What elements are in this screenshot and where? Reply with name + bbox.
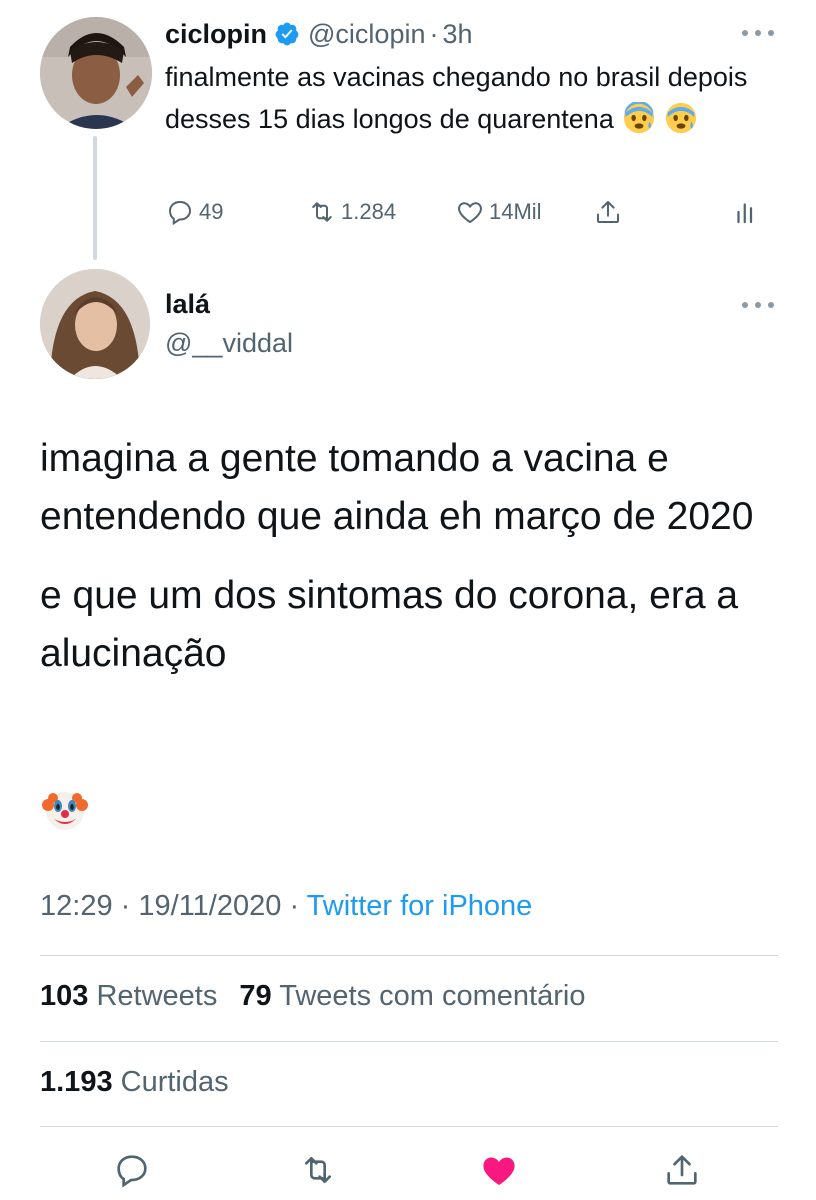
retweet-count: 103: [40, 980, 89, 1012]
parent-tweet-header: ciclopin @ciclopin · 3h: [165, 16, 473, 52]
divider: [40, 955, 778, 956]
reply-button[interactable]: [110, 1148, 154, 1192]
quote-label: Tweets com comentário: [279, 980, 586, 1012]
parent-like-button[interactable]: 14Mil: [455, 192, 542, 232]
retweet-button[interactable]: [296, 1148, 340, 1192]
retweet-label: Retweets: [96, 980, 218, 1012]
share-icon: [597, 201, 619, 223]
reply-icon: [117, 1155, 147, 1188]
thread-line: [93, 136, 97, 260]
parent-more-options-icon[interactable]: [742, 28, 774, 38]
avatar-ciclopin[interactable]: [40, 17, 152, 129]
parent-tweet-body: finalmente as vacinas chegando no brasil…: [165, 62, 748, 134]
analytics-icon: [737, 203, 753, 224]
clown-face-emoji-icon: [42, 792, 88, 830]
tweet-source-link[interactable]: Twitter for iPhone: [307, 890, 533, 922]
like-button[interactable]: [477, 1148, 521, 1192]
divider: [40, 1041, 778, 1042]
retweet-icon: [312, 202, 332, 222]
heart-filled-icon: [483, 1157, 515, 1185]
tweet-time: 12:29: [40, 890, 113, 922]
fearful-face-emoji-icon: [624, 102, 655, 134]
divider: [40, 1126, 778, 1127]
parent-tweet-text: finalmente as vacinas chegando no brasil…: [165, 56, 775, 140]
quote-count: 79: [239, 980, 272, 1012]
engagement-stats: 103 Retweets 79 Tweets com comentário: [40, 980, 585, 1013]
verified-badge-icon: [275, 22, 299, 46]
parent-separator: ·: [429, 18, 439, 49]
main-more-options-icon[interactable]: [742, 300, 774, 310]
main-action-bar: [0, 1140, 816, 1200]
likes-stat[interactable]: 1.193 Curtidas: [40, 1066, 229, 1099]
parent-retweet-count: 1.284: [341, 199, 397, 224]
like-count: 1.193: [40, 1066, 113, 1098]
parent-analytics-button[interactable]: [731, 192, 765, 232]
main-display-name[interactable]: lalá: [165, 289, 210, 320]
like-label: Curtidas: [120, 1066, 229, 1098]
parent-reply-count: 49: [199, 199, 224, 224]
avatar-lala[interactable]: [40, 269, 150, 379]
parent-share-button[interactable]: [593, 192, 627, 232]
share-icon: [667, 1155, 697, 1185]
main-tweet-paragraph: e que um dos sintomas do corona, era a a…: [40, 574, 739, 675]
meta-separator: ·: [120, 890, 131, 922]
share-button[interactable]: [660, 1148, 704, 1192]
heart-outline-icon: [458, 202, 482, 224]
meta-separator: ·: [289, 890, 300, 922]
main-tweet-text: imagina a gente tomando a vacina e enten…: [40, 430, 780, 704]
main-handle[interactable]: @__viddal: [165, 328, 293, 359]
parent-display-name[interactable]: ciclopin: [165, 19, 267, 50]
parent-timestamp[interactable]: 3h: [442, 19, 472, 50]
retweet-icon: [305, 1157, 331, 1183]
fearful-face-emoji-icon: [665, 102, 696, 134]
main-tweet-paragraph: imagina a gente tomando a vacina e enten…: [40, 437, 754, 538]
quote-tweets-stat[interactable]: 79 Tweets com comentário: [239, 980, 585, 1012]
reply-icon: [168, 200, 192, 226]
parent-reply-button[interactable]: 49: [165, 192, 223, 232]
parent-handle[interactable]: @ciclopin: [308, 19, 425, 50]
parent-action-bar: 49 1.284 14Mil: [165, 192, 765, 232]
parent-like-count: 14Mil: [489, 199, 542, 224]
tweet-meta: 12:29 · 19/11/2020 · Twitter for iPhone: [40, 890, 532, 923]
parent-retweet-button[interactable]: 1.284: [307, 192, 396, 232]
retweets-stat[interactable]: 103 Retweets: [40, 980, 217, 1012]
tweet-date: 19/11/2020: [138, 890, 282, 922]
